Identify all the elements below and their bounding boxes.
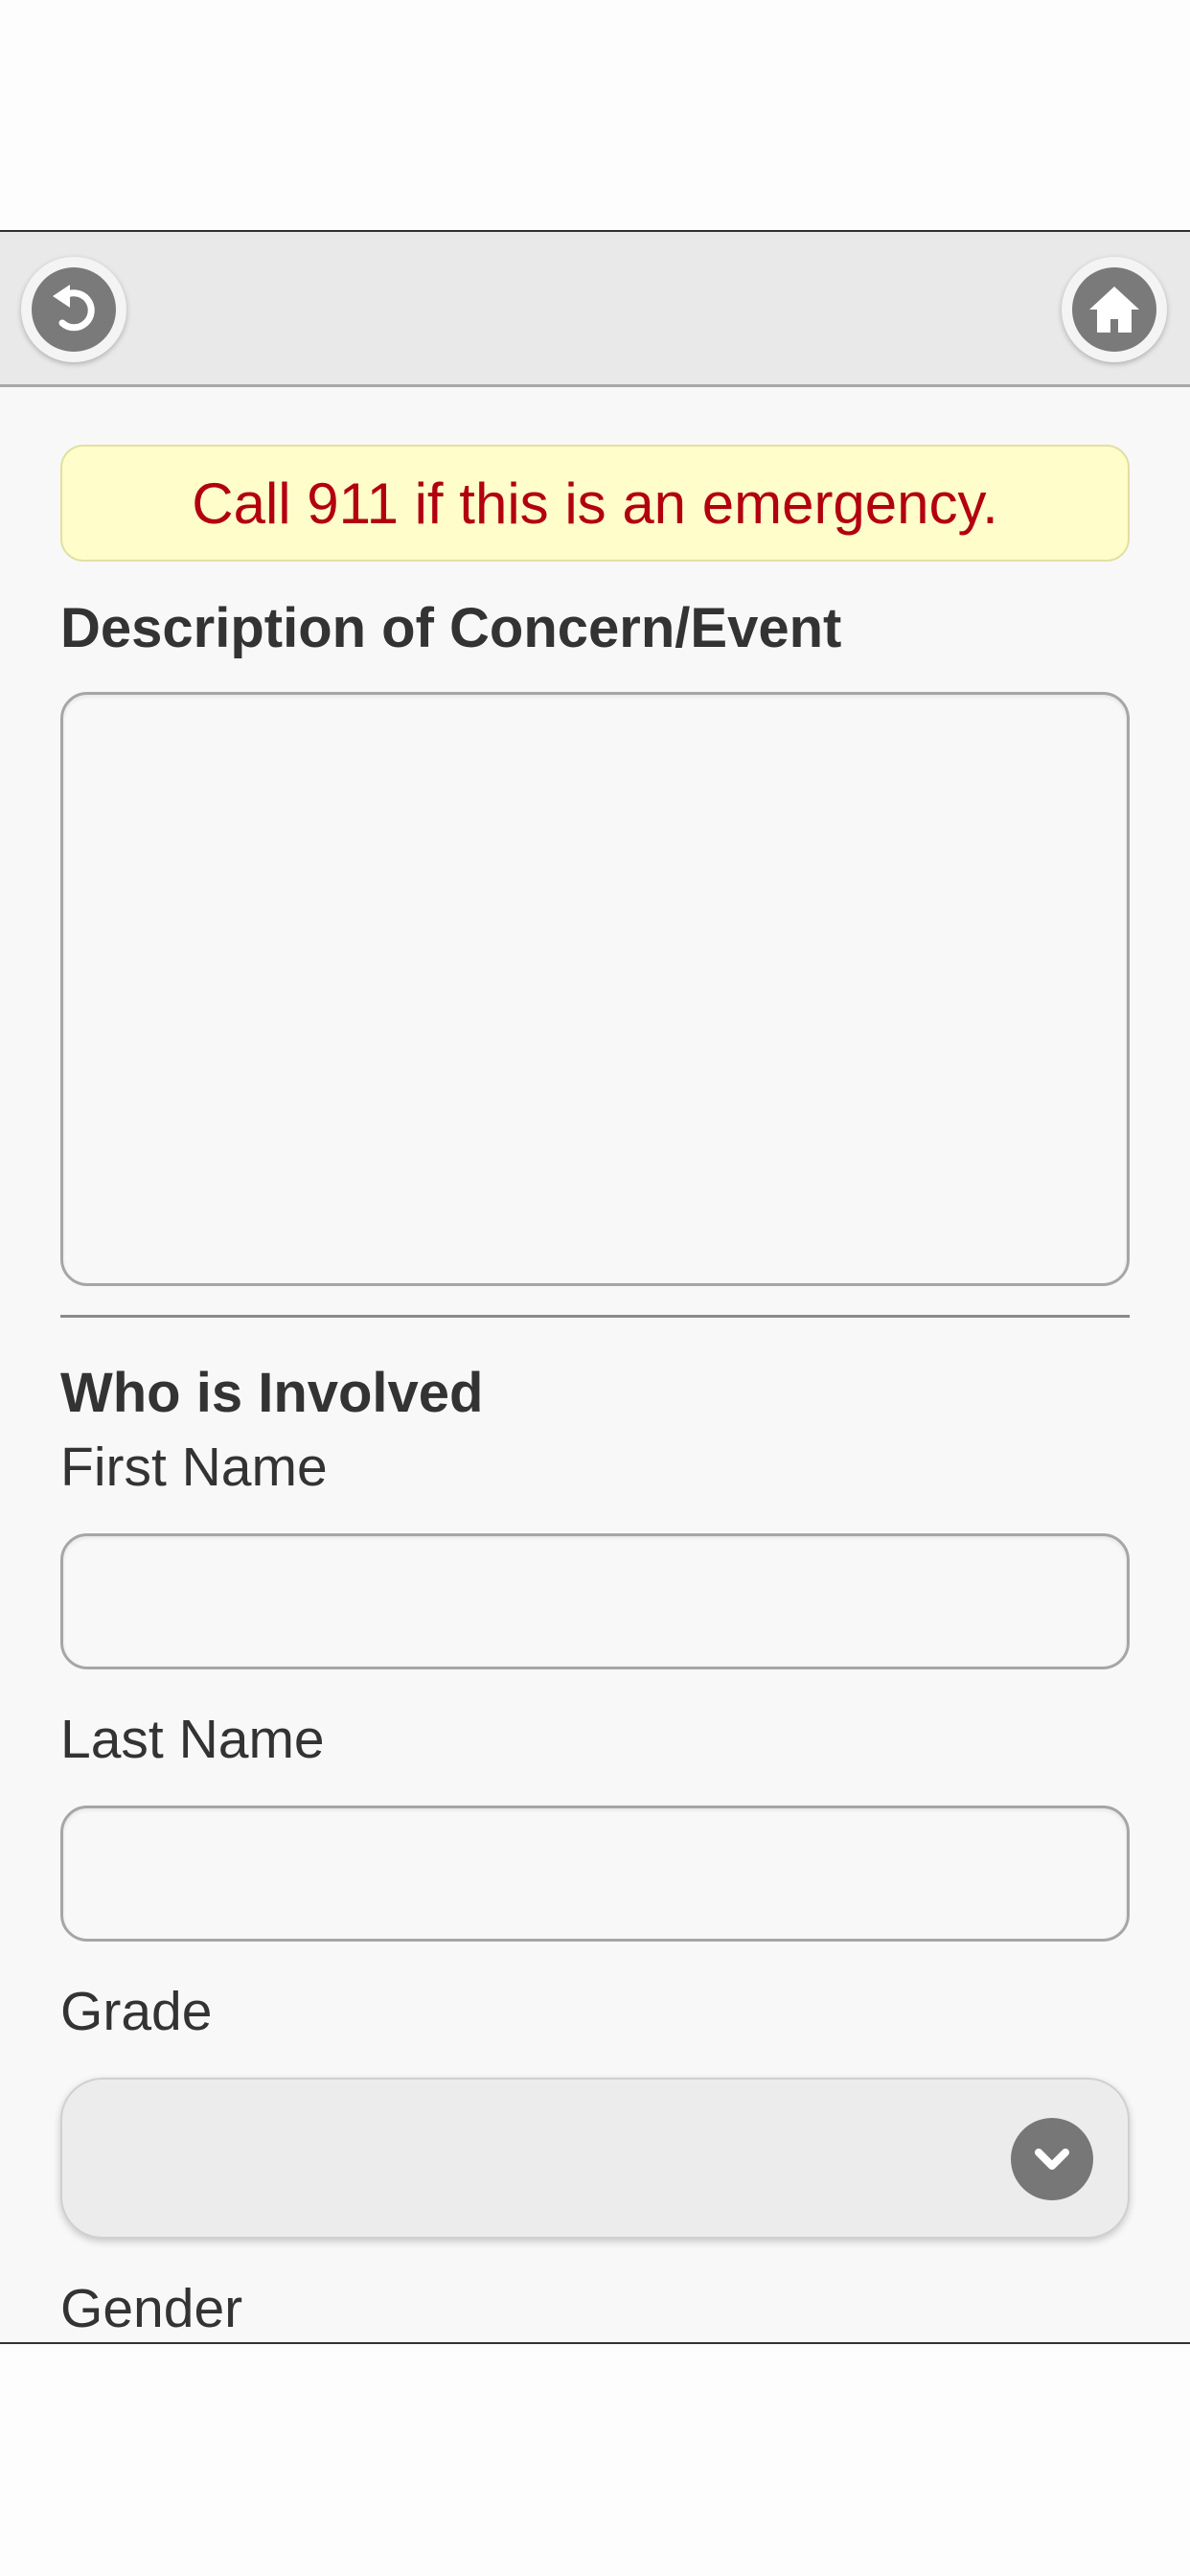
app-frame: Call 911 if this is an emergency. Descri… xyxy=(0,230,1190,2344)
gender-label: Gender xyxy=(60,2278,243,2339)
status-area xyxy=(0,0,1190,230)
back-button[interactable] xyxy=(21,257,126,362)
grade-select[interactable] xyxy=(60,2078,1130,2239)
emergency-alert: Call 911 if this is an emergency. xyxy=(60,445,1130,562)
involved-heading: Who is Involved xyxy=(60,1362,484,1424)
bottom-area xyxy=(0,2344,1190,2576)
section-divider xyxy=(60,1315,1130,1318)
header-toolbar xyxy=(0,232,1190,387)
home-button[interactable] xyxy=(1062,257,1167,362)
grade-label: Grade xyxy=(60,1981,213,2042)
chevron-down-icon xyxy=(1011,2118,1093,2200)
first-name-field[interactable] xyxy=(60,1533,1130,1669)
description-textarea[interactable] xyxy=(60,692,1130,1286)
last-name-field[interactable] xyxy=(60,1806,1130,1942)
first-name-label: First Name xyxy=(60,1437,328,1498)
description-heading: Description of Concern/Event xyxy=(60,597,842,659)
home-icon xyxy=(1072,267,1156,352)
back-arrow-icon xyxy=(32,267,116,352)
last-name-label: Last Name xyxy=(60,1709,325,1770)
emergency-alert-text: Call 911 if this is an emergency. xyxy=(192,471,998,536)
